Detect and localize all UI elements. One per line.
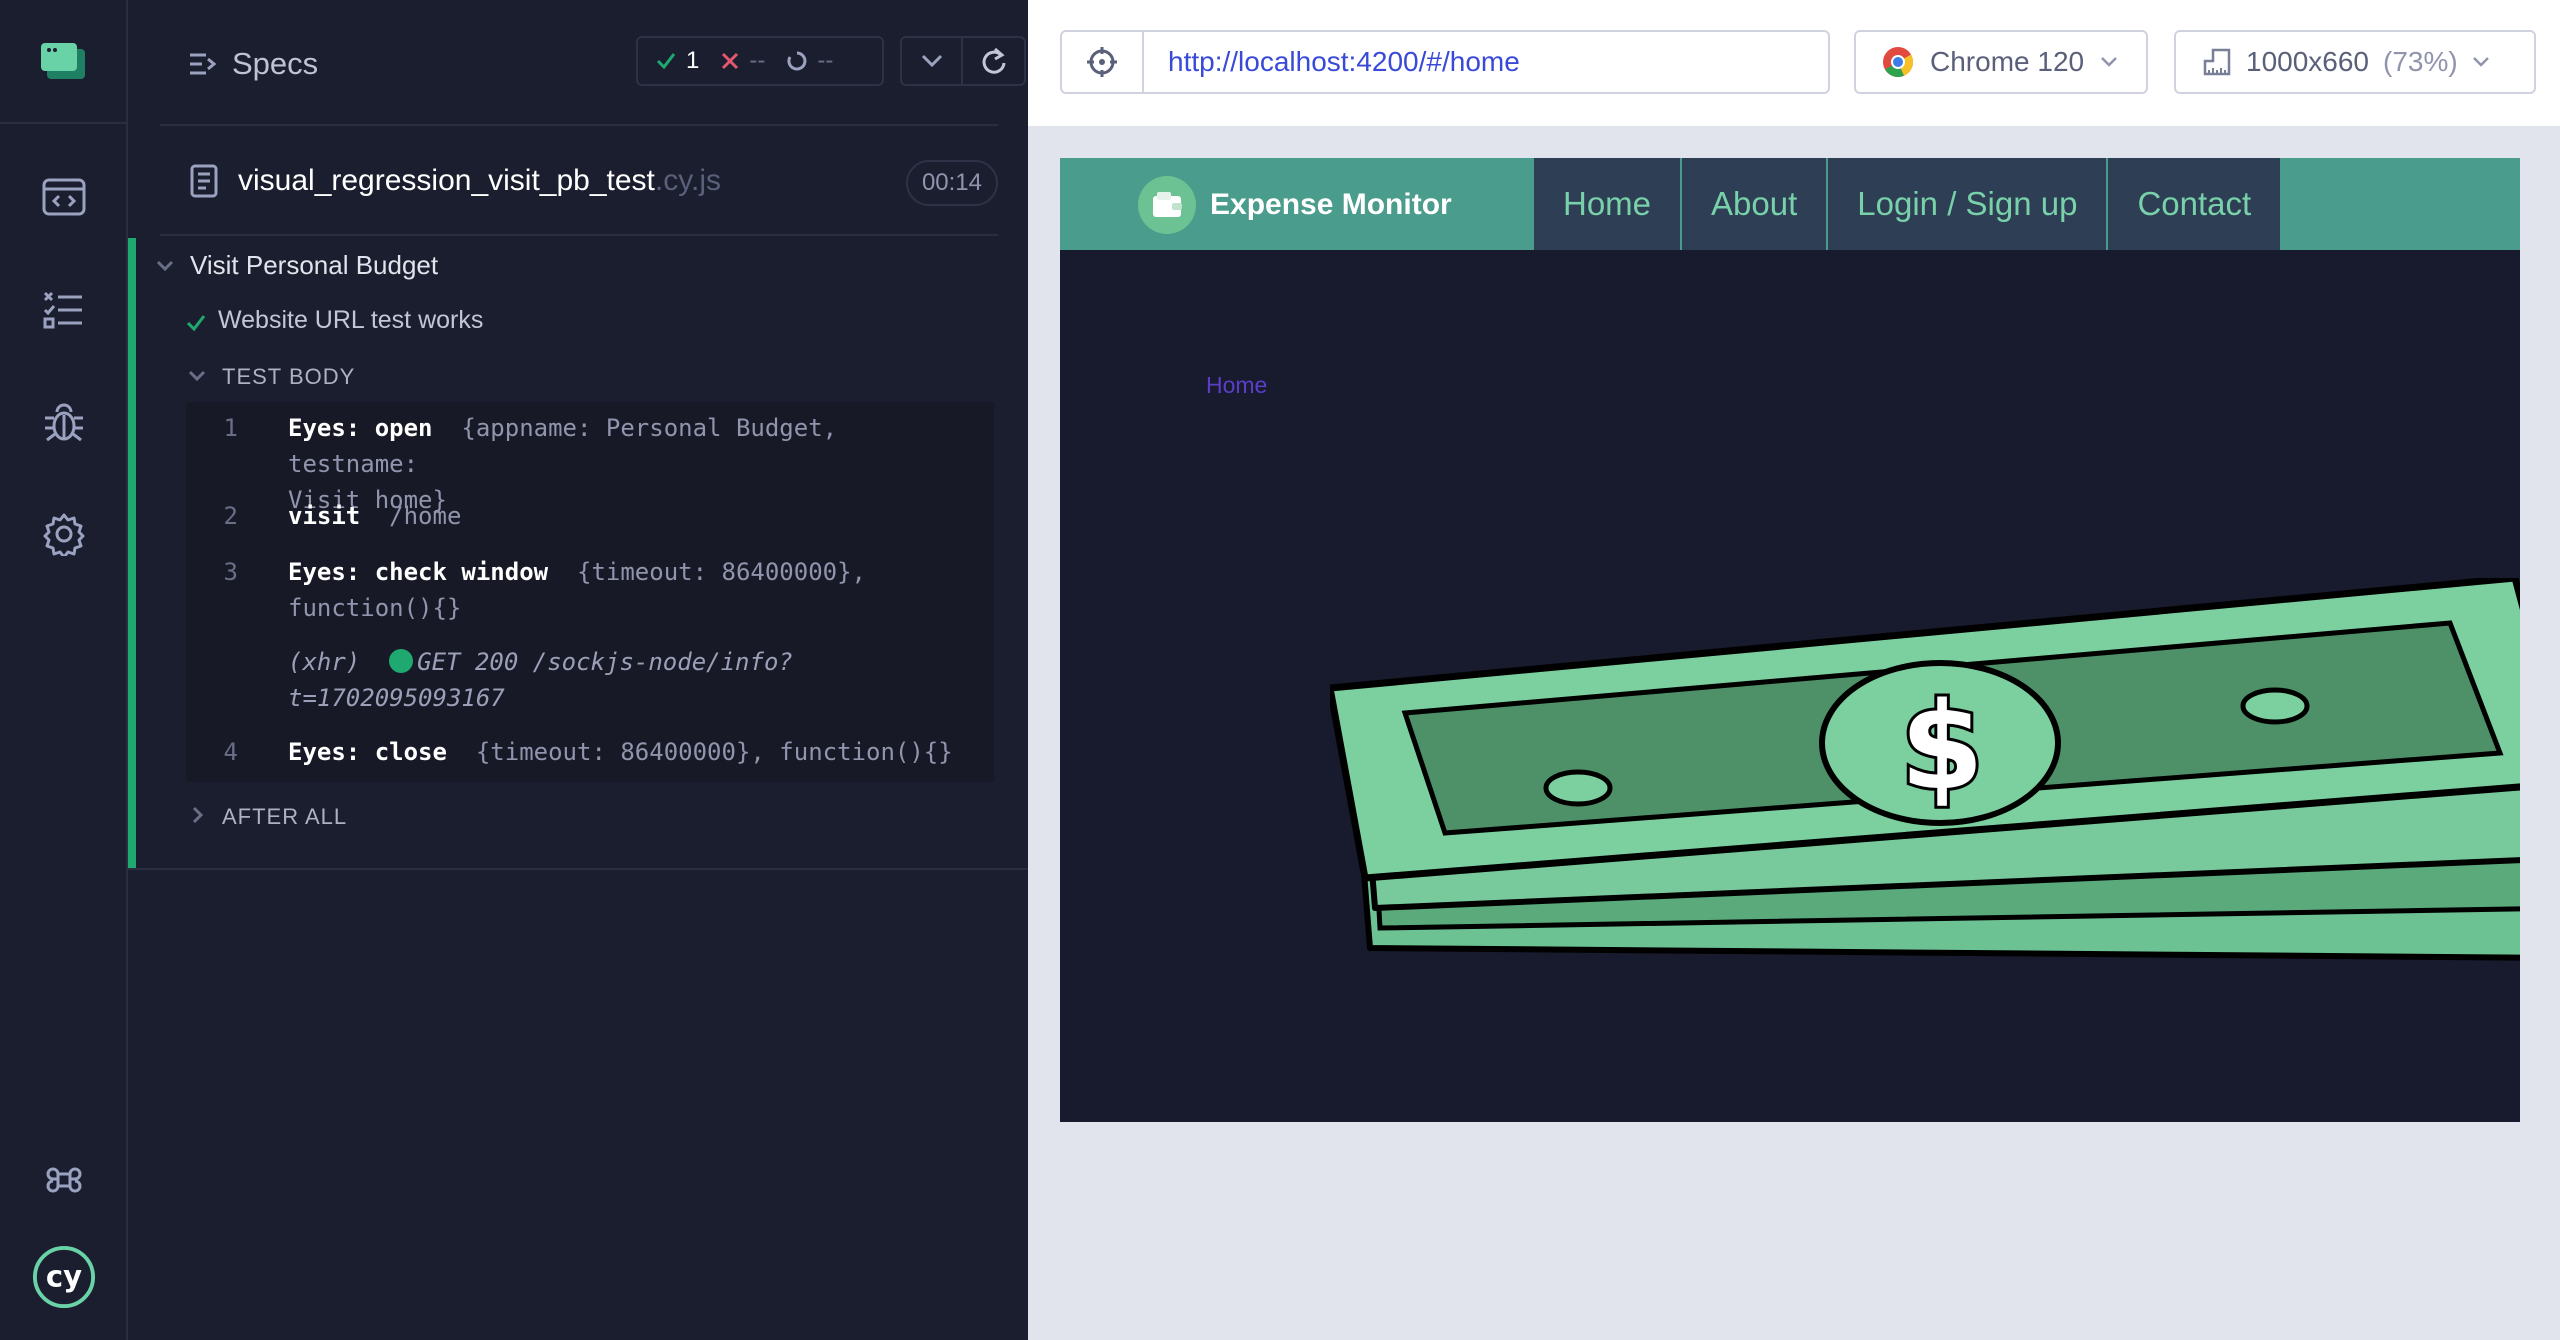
nav-link-about[interactable]: About [1682,158,1827,250]
after-all-label[interactable]: AFTER ALL [222,804,347,830]
browser-selector[interactable]: Chrome 120 [1854,30,2148,94]
test-body-chevron-down-icon[interactable] [188,370,206,382]
command-name: Eyes: open [288,414,433,442]
brand[interactable]: Expense Monitor [1138,176,1452,234]
nav-link-contact[interactable]: Contact [2108,158,2281,250]
keyboard-shortcuts-button[interactable] [32,1148,96,1212]
failed-stat: -- [721,47,765,75]
command-args: {timeout: 86400000}, function(){} [475,738,953,766]
command-name: visit [288,502,361,530]
fail-x-icon [722,52,739,70]
command-number: 4 [223,738,238,766]
command-number: 2 [223,502,238,530]
collapse-all-button[interactable] [902,38,964,84]
svg-text:$: $ [1900,678,1984,817]
test-pass-check-icon [186,315,206,332]
app-logo [0,0,128,124]
url-bar: http://localhost:4200/#/home [1060,30,1830,94]
command-log: 1 Eyes: open {appname: Personal Budget, … [186,402,994,782]
specs-list-icon [190,53,217,75]
spec-filename[interactable]: visual_regression_visit_pb_test.cy.js [238,164,721,198]
reporter-header: Specs 1 -- -- [160,0,1026,126]
app-under-test-panel: http://localhost:4200/#/home Chrome 120 … [1028,0,2560,1340]
app-nav-links: Home About Login / Sign up Contact [1534,158,2281,250]
aut-iframe: Expense Monitor Home About Login / Sign … [1060,158,2520,1122]
pending-spinner-icon [787,51,807,71]
xhr-request: GET 200 /sockjs-node/info? [417,648,793,676]
settings-nav-button[interactable] [32,502,96,566]
chevron-down-icon [2472,57,2489,67]
specs-heading[interactable]: Specs [188,46,318,82]
suite-title[interactable]: Visit Personal Budget [190,250,438,281]
cypress-logo-icon: cy [32,1245,96,1309]
after-all-chevron-right-icon[interactable] [192,806,204,824]
passed-stat: 1 [656,47,699,75]
reporter-controls [900,36,1026,86]
pending-stat: -- [787,47,833,75]
command-name: Eyes: close [288,738,447,766]
nav-link-login[interactable]: Login / Sign up [1828,158,2107,250]
suite-pass-indicator [128,238,136,868]
specs-nav-button[interactable] [32,277,96,341]
app-navbar: Expense Monitor Home About Login / Sign … [1060,158,2520,250]
code-window-icon [42,178,86,216]
wallet-logo-icon [1138,176,1196,234]
breadcrumb[interactable]: Home [1206,372,1267,399]
viewport-size: 1000x660 [2246,46,2370,77]
xhr-label: (xhr) [288,648,361,676]
debug-nav-button[interactable] [32,390,96,454]
spec-basename: visual_regression_visit_pb_test [238,164,655,197]
gear-icon [43,513,85,556]
chevron-down-icon [921,54,942,68]
command-number: 1 [223,414,238,442]
test-body-label[interactable]: TEST BODY [222,364,355,390]
command-args-cont: function(){} [288,594,462,622]
command-name: Eyes: check window [288,558,549,586]
command-key-icon [46,1167,82,1193]
check-icon [656,53,676,70]
xhr-request-cont: t=1702095093167 [288,684,505,712]
bug-icon [45,403,83,442]
nav-link-home[interactable]: Home [1534,158,1681,250]
spec-extension: .cy.js [654,164,722,197]
pending-count: -- [817,47,834,74]
spec-duration: 00:14 [905,160,998,206]
refresh-icon [982,47,1005,74]
viewport-scale: (73%) [2383,46,2458,77]
viewport-selector[interactable]: 1000x660 (73%) [2174,30,2536,94]
test-title[interactable]: Website URL test works [218,306,483,335]
suite-chevron-down-icon[interactable] [156,260,174,272]
url-text[interactable]: http://localhost:4200/#/home [1144,32,1520,92]
spec-file-header: visual_regression_visit_pb_test.cy.js 00… [160,128,998,236]
test-stats: 1 -- -- [636,36,884,86]
aut-header: http://localhost:4200/#/home Chrome 120 … [1028,0,2560,126]
crosshair-icon [1087,47,1117,77]
chevron-down-icon [2101,57,2117,67]
specs-label: Specs [232,46,319,81]
money-stack-illustration: $ [1330,578,2520,961]
failed-count: -- [749,47,766,74]
cypress-logo-button[interactable]: cy [32,1245,96,1309]
browser-name: Chrome 120 [1930,46,2085,77]
passed-count: 1 [686,47,700,74]
brand-name: Expense Monitor [1210,188,1452,221]
status-dot-icon [389,649,414,673]
list-icon [43,291,82,329]
rerun-button[interactable] [963,38,1024,84]
command-number: 3 [223,558,238,586]
ruler-icon [2203,48,2231,76]
chrome-icon [1883,47,1914,78]
command-args: /home [389,502,462,530]
selector-playground-button[interactable] [1062,32,1144,92]
document-icon [190,164,218,198]
project-icon [41,43,85,79]
command-args: {timeout: 86400000}, [577,558,866,586]
svg-text:cy: cy [46,1260,82,1294]
runs-nav-button[interactable] [32,165,96,229]
side-nav: cy [0,0,128,1340]
